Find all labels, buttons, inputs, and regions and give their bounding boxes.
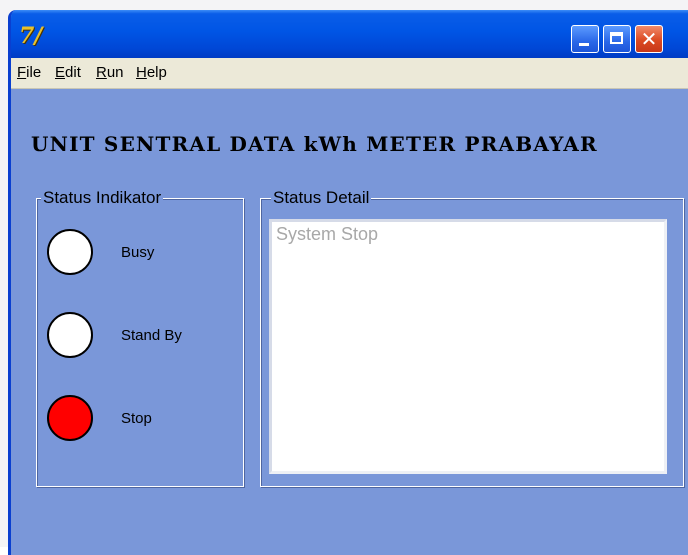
busy-indicator-led xyxy=(47,229,93,275)
menu-bar: File Edit Run Help xyxy=(11,58,688,89)
close-icon: ✕ xyxy=(640,27,658,51)
app-logo-icon: 7/ xyxy=(19,23,43,49)
status-indikator-caption: Status Indikator xyxy=(41,188,164,208)
minimize-icon xyxy=(579,43,589,46)
menu-item-run[interactable]: Run xyxy=(96,58,124,88)
status-detail-caption: Status Detail xyxy=(271,188,372,208)
standby-indicator-label: Stand By xyxy=(121,327,182,344)
title-bar[interactable]: 7/ ✕ xyxy=(11,10,688,58)
close-button[interactable]: ✕ xyxy=(635,25,663,53)
standby-indicator-led xyxy=(47,312,93,358)
stop-indicator-led xyxy=(47,395,93,441)
maximize-button[interactable] xyxy=(603,25,631,53)
app-window: 7/ ✕ File Edit Run Help UNIT SENTRAL DAT… xyxy=(8,10,688,555)
status-indikator-group: Status Indikator Busy Stand By Stop xyxy=(36,188,244,487)
menu-item-edit[interactable]: Edit xyxy=(55,58,81,88)
minimize-button[interactable] xyxy=(571,25,599,53)
page-title: UNIT SENTRAL DATA kWh METER PRABAYAR xyxy=(31,132,598,156)
menu-item-help[interactable]: Help xyxy=(136,58,167,88)
status-detail-textbox[interactable]: System Stop xyxy=(269,219,667,474)
status-detail-group: Status Detail System Stop xyxy=(260,188,684,487)
maximize-icon xyxy=(610,32,623,44)
stop-indicator-label: Stop xyxy=(121,410,152,427)
busy-indicator-label: Busy xyxy=(121,244,155,261)
menu-item-file[interactable]: File xyxy=(17,58,41,88)
